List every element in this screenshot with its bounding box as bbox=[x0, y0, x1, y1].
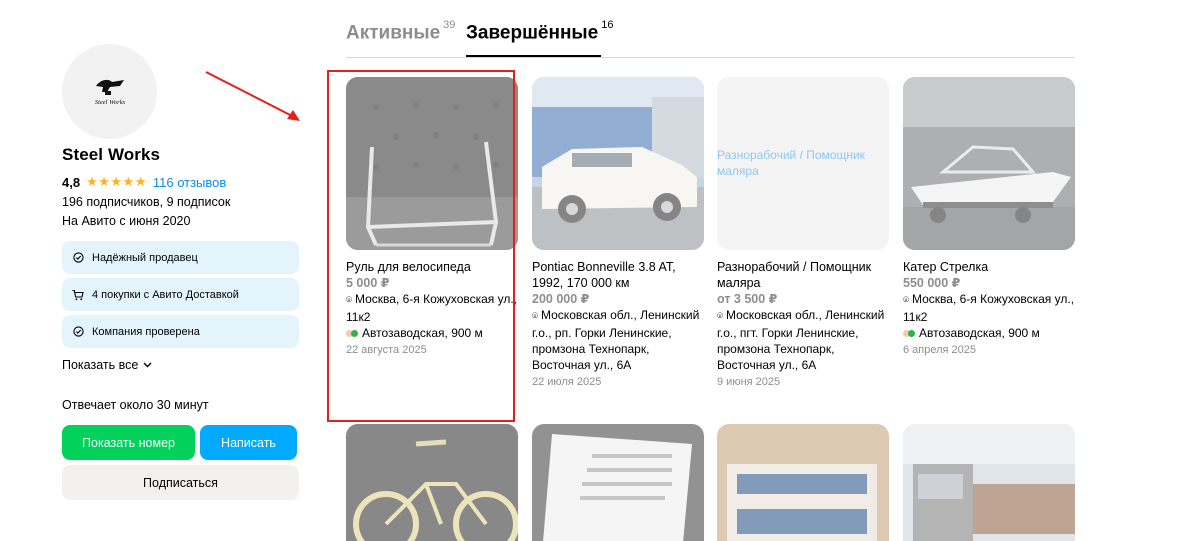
listing-date: 22 июля 2025 bbox=[532, 376, 602, 388]
address-text: Москва, 6-я Кожуховская ул., 11к2 bbox=[903, 292, 1075, 324]
metro-line-icon bbox=[903, 329, 915, 337]
listing-price: от 3 500 ₽ bbox=[717, 292, 778, 306]
listing-image[interactable] bbox=[346, 77, 518, 250]
reviews-link[interactable]: 116 отзывов bbox=[153, 175, 226, 190]
response-time: Отвечает около 30 минут bbox=[62, 398, 209, 412]
location-pin-icon: ⌾ bbox=[346, 295, 352, 306]
svg-text:Steel Works: Steel Works bbox=[94, 99, 125, 106]
listing-address: ⌾ Москва, 6-я Кожуховская ул., 11к2 bbox=[346, 291, 518, 325]
listing-image[interactable] bbox=[903, 77, 1075, 250]
tab-underline bbox=[466, 55, 601, 57]
seller-badges: Надёжный продавец 4 покупки с Авито Дост… bbox=[62, 241, 299, 348]
member-since: На Авито с июня 2020 bbox=[62, 214, 191, 228]
listing-address: ⌾ Московская обл., Ленинский г.о., пгт. Г… bbox=[717, 307, 889, 373]
rating-value: 4,8 bbox=[62, 174, 81, 190]
listing-title[interactable]: Катер Стрелка bbox=[903, 259, 1075, 275]
listing-price: 200 000 ₽ bbox=[532, 292, 590, 306]
address-text: Московская обл., Ленинский г.о., пгт. Го… bbox=[717, 308, 885, 372]
listing-image[interactable]: Разнорабочий / Помощник маляра bbox=[717, 77, 889, 250]
badge-company-verified[interactable]: Компания проверена bbox=[62, 315, 299, 348]
listing-metro: Автозаводская, 900 м bbox=[346, 325, 518, 341]
listing-title[interactable]: Pontiac Bonneville 3.8 AT, 1992, 170 000… bbox=[532, 259, 704, 291]
cart-icon bbox=[72, 289, 84, 301]
subscribe-button[interactable]: Подписаться bbox=[62, 465, 299, 500]
tab-completed[interactable]: Завершённые 16 bbox=[466, 19, 614, 44]
location-pin-icon: ⌾ bbox=[532, 311, 538, 322]
listing-price: 550 000 ₽ bbox=[903, 276, 961, 290]
subscribers-info[interactable]: 196 подписчиков, 9 подписок bbox=[62, 195, 299, 209]
listing-image[interactable] bbox=[903, 424, 1075, 541]
contact-buttons: Показать номер Написать bbox=[62, 425, 299, 460]
badge-reliable-seller[interactable]: Надёжный продавец bbox=[62, 241, 299, 274]
listing-tabs: Активные 39 Завершённые 16 bbox=[346, 19, 1075, 58]
listing-title[interactable]: Руль для велосипеда bbox=[346, 259, 518, 275]
annotation-arrow-icon bbox=[205, 71, 300, 121]
chevron-down-icon bbox=[143, 360, 152, 371]
listing-image[interactable] bbox=[532, 424, 704, 541]
listing-price: 5 000 ₽ bbox=[346, 276, 390, 290]
metro-line-icon bbox=[346, 329, 358, 337]
tab-label: Активные bbox=[346, 22, 441, 44]
listing-image[interactable] bbox=[346, 424, 518, 541]
listing-card[interactable]: Pontiac Bonneville 3.8 AT, 1992, 170 000… bbox=[532, 77, 704, 390]
listing-card[interactable]: Разнорабочий / Помощник маляра Разнорабо… bbox=[717, 77, 889, 390]
show-all-toggle[interactable]: Показать все bbox=[62, 358, 299, 372]
badge-label: 4 покупки с Авито Доставкой bbox=[92, 288, 239, 301]
listing-date: 22 августа 2025 bbox=[346, 344, 427, 356]
location-pin-icon: ⌾ bbox=[717, 311, 723, 322]
listing-image[interactable] bbox=[532, 77, 704, 250]
address-text: Москва, 6-я Кожуховская ул., 11к2 bbox=[346, 292, 518, 324]
seller-name[interactable]: Steel Works bbox=[62, 145, 299, 165]
check-circle-icon bbox=[72, 252, 84, 264]
check-circle-icon bbox=[72, 326, 84, 338]
address-text: Московская обл., Ленинский г.о., рп. Гор… bbox=[532, 308, 700, 372]
badge-label: Компания проверена bbox=[92, 325, 200, 338]
listing-metro: Автозаводская, 900 м bbox=[903, 325, 1075, 341]
show-all-label: Показать все bbox=[62, 358, 139, 372]
listing-card[interactable]: Руль для велосипеда 5 000 ₽ ⌾ Москва, 6-я… bbox=[346, 77, 518, 358]
listing-title[interactable]: Разнорабочий / Помощник маляра bbox=[717, 259, 889, 291]
tab-active[interactable]: Активные 39 bbox=[346, 19, 456, 44]
location-pin-icon: ⌾ bbox=[903, 295, 909, 306]
seller-avatar[interactable]: Steel Works bbox=[62, 44, 157, 139]
badge-delivery-purchases[interactable]: 4 покупки с Авито Доставкой bbox=[62, 278, 299, 311]
badge-label: Надёжный продавец bbox=[92, 251, 198, 264]
show-phone-button[interactable]: Показать номер bbox=[62, 425, 195, 460]
listing-image[interactable] bbox=[717, 424, 889, 541]
rating-stars-icon: ★★★★★ bbox=[86, 174, 147, 189]
listing-date: 9 июня 2025 bbox=[717, 376, 781, 388]
steel-works-logo: Steel Works bbox=[94, 79, 125, 106]
tab-label: Завершённые bbox=[466, 22, 599, 44]
rating-row: 4,8 ★★★★★ 116 отзывов bbox=[62, 174, 299, 190]
listing-date: 6 апреля 2025 bbox=[903, 344, 977, 356]
broken-image-alt: Разнорабочий / Помощник маляра bbox=[717, 148, 865, 178]
write-message-button[interactable]: Написать bbox=[200, 425, 297, 460]
metro-text: Автозаводская, 900 м bbox=[362, 326, 483, 340]
metro-text: Автозаводская, 900 м bbox=[919, 326, 1040, 340]
listing-card[interactable]: Катер Стрелка 550 000 ₽ ⌾ Москва, 6-я Кож… bbox=[903, 77, 1075, 358]
listing-address: ⌾ Московская обл., Ленинский г.о., рп. Го… bbox=[532, 307, 704, 373]
tab-count: 39 bbox=[443, 19, 456, 31]
tab-count: 16 bbox=[601, 19, 614, 31]
listing-address: ⌾ Москва, 6-я Кожуховская ул., 11к2 bbox=[903, 291, 1075, 325]
